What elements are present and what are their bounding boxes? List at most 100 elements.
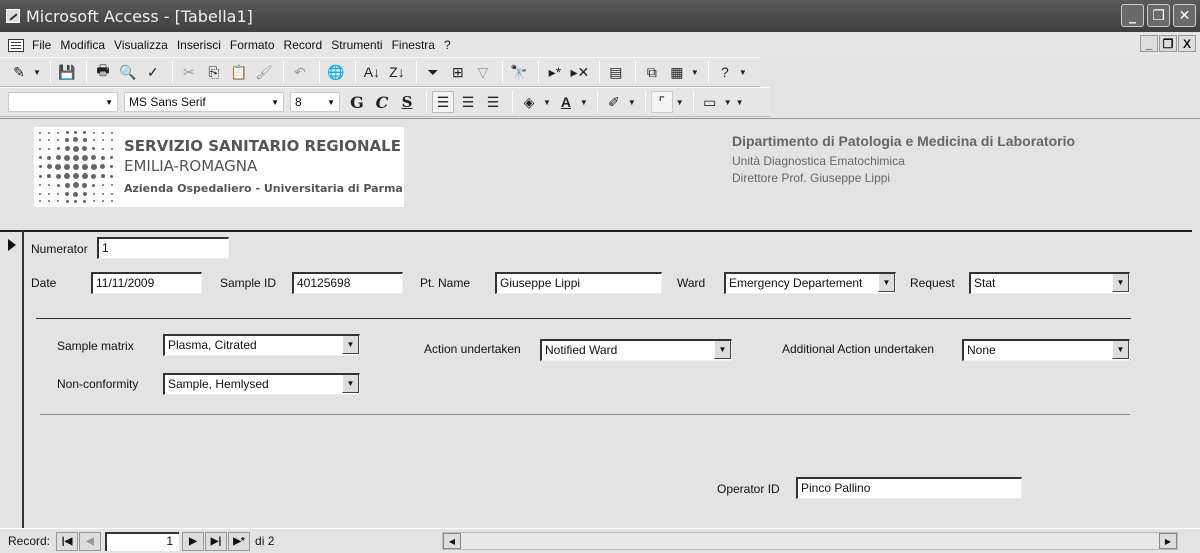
menu-visualizza[interactable]: Visualizza: [114, 38, 168, 52]
restore-button[interactable]: ❐: [1147, 4, 1170, 27]
request-select[interactable]: Stat ▼: [969, 272, 1130, 294]
fill-color-icon[interactable]: ◈: [518, 91, 540, 113]
filter-by-form-icon[interactable]: ⊞: [447, 61, 469, 83]
form-area: SERVIZIO SANITARIO REGIONALE EMILIA-ROMA…: [0, 118, 1200, 529]
format-painter-icon[interactable]: 🖌: [253, 61, 275, 83]
database-window-icon[interactable]: ⧉: [641, 61, 663, 83]
undo-icon[interactable]: ↶: [289, 61, 311, 83]
additional-action-label: Additional Action undertaken: [782, 342, 935, 356]
font-name-combo[interactable]: MS Sans Serif ▼: [124, 92, 284, 112]
sample-matrix-select[interactable]: Plasma, Citrated ▼: [163, 334, 360, 356]
mdi-close-button[interactable]: X: [1178, 35, 1196, 52]
formatting-toolbar: ▼ MS Sans Serif ▼ 8 ▼ G C S ☰ ☰ ☰ ◈ ▼ A ▼ ✐ ▼…: [0, 87, 770, 117]
line-color-dropdown-icon[interactable]: ▼: [628, 98, 636, 107]
menu-help[interactable]: ?: [444, 38, 451, 52]
form-window-icon[interactable]: [8, 38, 24, 52]
object-combo[interactable]: ▼: [8, 92, 118, 112]
hyperlink-icon[interactable]: 🌐: [325, 61, 347, 83]
bold-button[interactable]: G: [346, 91, 368, 113]
view-design-icon[interactable]: ✎: [8, 61, 30, 83]
close-button[interactable]: ✕: [1173, 4, 1196, 27]
chevron-down-icon[interactable]: ▼: [714, 341, 731, 359]
new-record-icon[interactable]: ▸*: [544, 61, 566, 83]
align-left-icon[interactable]: ☰: [432, 91, 454, 113]
mdi-minimize-button[interactable]: _: [1140, 35, 1158, 52]
current-record-field[interactable]: 1: [105, 531, 180, 551]
chevron-down-icon[interactable]: ▼: [878, 274, 895, 292]
properties-icon[interactable]: ▤: [605, 61, 627, 83]
chevron-down-icon[interactable]: ▼: [1112, 274, 1129, 292]
underline-button[interactable]: S: [396, 91, 418, 113]
next-record-button[interactable]: ▶: [182, 531, 205, 551]
chevron-down-icon[interactable]: ▼: [342, 336, 359, 354]
toolbar-separator: [49, 61, 51, 83]
record-selector[interactable]: [0, 231, 24, 529]
border-style-dropdown-icon[interactable]: ▼: [676, 98, 684, 107]
previous-record-button[interactable]: ◀: [79, 531, 102, 551]
logo: SERVIZIO SANITARIO REGIONALE EMILIA-ROMA…: [34, 127, 404, 207]
sort-descending-icon[interactable]: Z↓: [386, 61, 408, 83]
minimize-button[interactable]: _: [1121, 4, 1144, 27]
paste-icon[interactable]: 📋: [228, 61, 250, 83]
align-right-icon[interactable]: ☰: [482, 91, 504, 113]
print-preview-icon[interactable]: 🔍: [117, 61, 139, 83]
line-width-icon[interactable]: ▭: [699, 91, 721, 113]
cut-icon[interactable]: ✂: [178, 61, 200, 83]
find-icon[interactable]: 🔭: [508, 61, 530, 83]
mdi-restore-button[interactable]: ❐: [1159, 35, 1177, 52]
align-center-icon[interactable]: ☰: [457, 91, 479, 113]
font-color-icon[interactable]: A: [555, 91, 577, 113]
apply-filter-icon[interactable]: ▽: [472, 61, 494, 83]
menu-strumenti[interactable]: Strumenti: [331, 38, 382, 52]
save-icon[interactable]: 💾: [56, 61, 78, 83]
horizontal-scrollbar[interactable]: ◀ ▶: [442, 532, 1178, 550]
toolbar-options-icon[interactable]: ▼: [739, 68, 747, 77]
non-conformity-select[interactable]: Sample, Hemlysed ▼: [163, 373, 360, 395]
font-size-combo[interactable]: 8 ▼: [290, 92, 340, 112]
additional-action-select[interactable]: None ▼: [962, 339, 1130, 361]
toolbar-separator: [537, 61, 539, 83]
new-record-button[interactable]: ▶*: [228, 531, 251, 551]
last-record-button[interactable]: ▶|: [205, 531, 228, 551]
sort-ascending-icon[interactable]: A↓: [361, 61, 383, 83]
spelling-icon[interactable]: ✓: [142, 61, 164, 83]
action-undertaken-select[interactable]: Notified Ward ▼: [540, 339, 732, 361]
border-style-icon[interactable]: ⌜: [650, 91, 673, 113]
logo-line2: EMILIA-ROMAGNA: [124, 156, 258, 175]
pt-name-field[interactable]: Giuseppe Lippi: [495, 272, 662, 294]
view-dropdown-icon[interactable]: ▼: [33, 68, 41, 77]
copy-icon[interactable]: ⎘: [203, 61, 225, 83]
delete-record-icon[interactable]: ▸✕: [569, 61, 591, 83]
new-object-icon[interactable]: ▦: [666, 61, 688, 83]
menu-file[interactable]: File: [32, 38, 51, 52]
toolbar-options-icon[interactable]: ▼: [736, 98, 744, 107]
scroll-right-icon[interactable]: ▶: [1159, 533, 1177, 549]
scroll-left-icon[interactable]: ◀: [443, 533, 461, 549]
menu-inserisci[interactable]: Inserisci: [177, 38, 221, 52]
first-record-button[interactable]: |◀: [56, 531, 79, 551]
ward-select[interactable]: Emergency Departement ▼: [724, 272, 896, 294]
italic-button[interactable]: C: [371, 91, 393, 113]
operator-id-field[interactable]: Pinco Pallino: [796, 477, 1022, 499]
menu-formato[interactable]: Formato: [230, 38, 275, 52]
fill-color-dropdown-icon[interactable]: ▼: [543, 98, 551, 107]
date-field[interactable]: 11/11/2009: [91, 272, 202, 294]
sample-id-field[interactable]: 40125698: [292, 272, 403, 294]
font-color-dropdown-icon[interactable]: ▼: [580, 98, 588, 107]
new-object-dropdown-icon[interactable]: ▼: [691, 68, 699, 77]
menu-finestra[interactable]: Finestra: [392, 38, 435, 52]
filter-by-selection-icon[interactable]: ⏷: [422, 61, 444, 83]
print-icon[interactable]: 🖶: [92, 61, 114, 83]
toolbar-separator: [354, 61, 356, 83]
help-icon[interactable]: ?: [714, 61, 736, 83]
line-width-dropdown-icon[interactable]: ▼: [724, 98, 732, 107]
sample-matrix-label: Sample matrix: [57, 339, 134, 353]
access-app-icon[interactable]: [6, 9, 20, 23]
chevron-down-icon[interactable]: ▼: [1112, 341, 1129, 359]
chevron-down-icon[interactable]: ▼: [342, 375, 359, 393]
menu-modifica[interactable]: Modifica: [60, 38, 105, 52]
menu-record[interactable]: Record: [284, 38, 323, 52]
logo-line3: Azienda Ospedaliero - Universitaria di P…: [124, 181, 403, 195]
numerator-field[interactable]: 1: [97, 237, 229, 259]
line-color-icon[interactable]: ✐: [603, 91, 625, 113]
